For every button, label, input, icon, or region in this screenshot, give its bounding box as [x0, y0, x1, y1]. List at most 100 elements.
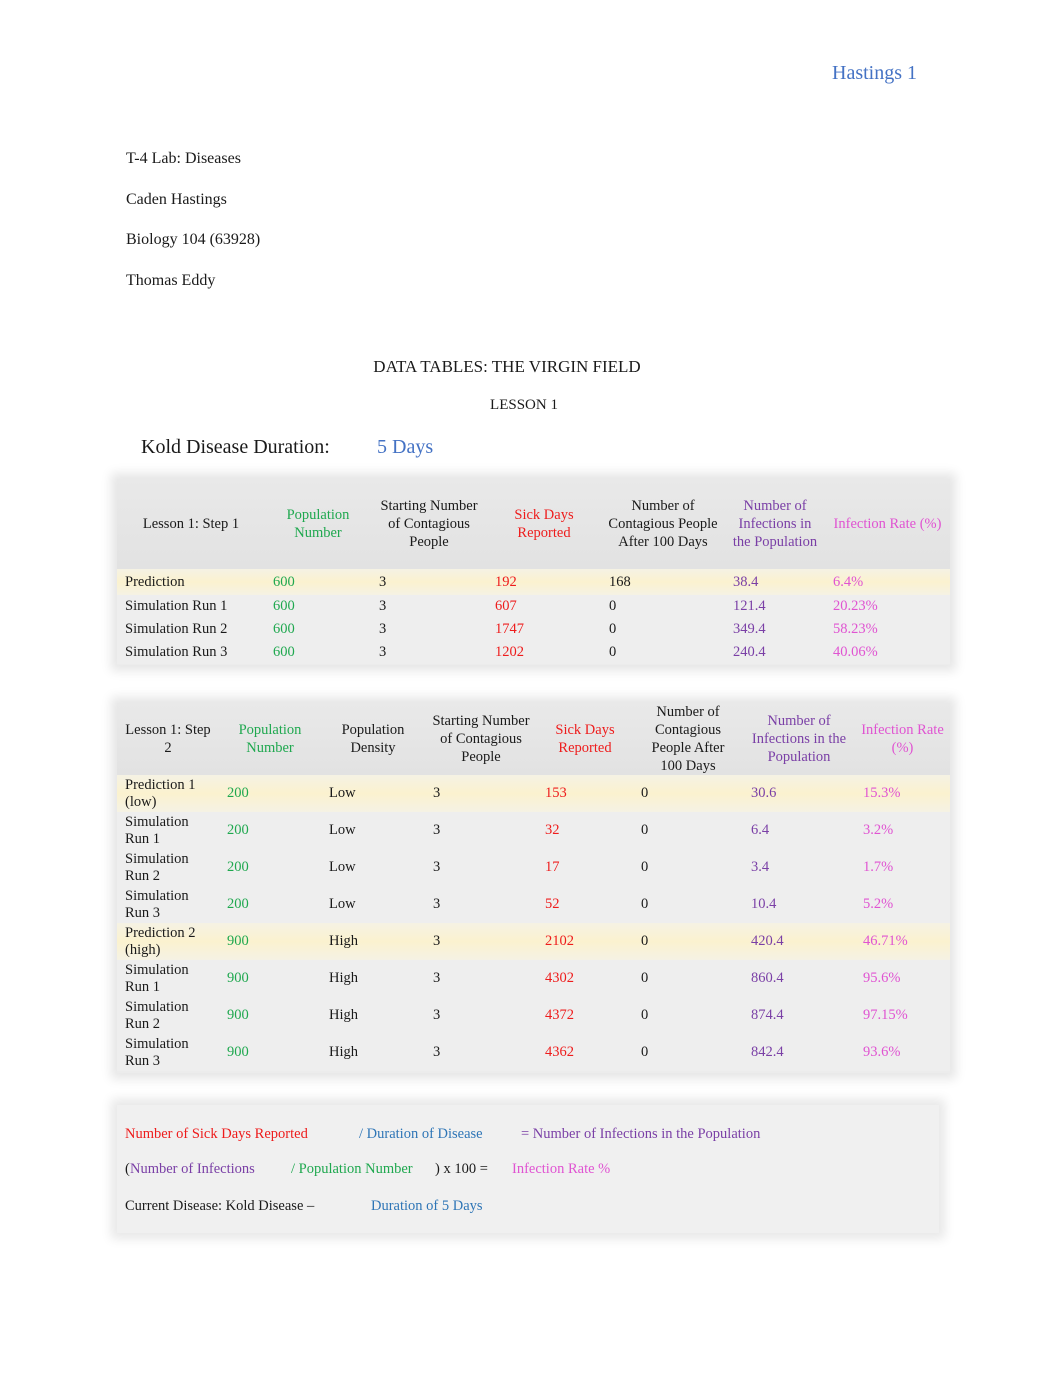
step1-data-table: Lesson 1: Step 1 Population Number Start… [117, 479, 950, 665]
table-row: Simulation Run 1 200 Low 3 32 0 6.4 3.2% [117, 812, 950, 849]
cell-infections: 30.6 [751, 785, 777, 801]
cell-label: Simulation Run 1 [125, 813, 189, 847]
cell-sick-days: 2102 [545, 933, 574, 949]
cell-population: 200 [227, 859, 249, 875]
cell-starting: 3 [433, 1044, 441, 1060]
cell-infections: 38.4 [733, 573, 759, 590]
cell-after-100: 0 [641, 1007, 649, 1023]
cell-after-100: 0 [609, 644, 617, 660]
header-step: Lesson 1: Step 1 [142, 516, 240, 532]
cell-label: Prediction 2 (high) [125, 924, 196, 958]
cell-rate: 46.71% [863, 933, 908, 949]
cell-starting: 3 [433, 1007, 441, 1023]
cell-sick-days: 607 [495, 598, 517, 614]
cell-density: Low [329, 896, 356, 912]
header-infections: Number of Infections in the Population [732, 498, 818, 550]
formula-num-infections: Number of Infections [130, 1161, 255, 1177]
header-infection-rate: Infection Rate (%) [861, 722, 944, 756]
formula-rate-result: Infection Rate % [512, 1161, 611, 1177]
cell-infections: 420.4 [751, 933, 784, 949]
cell-starting: 3 [433, 785, 441, 801]
cell-population: 200 [227, 896, 249, 912]
cell-after-100: 0 [641, 933, 649, 949]
cell-rate: 58.23% [833, 621, 878, 637]
cell-after-100: 0 [609, 598, 617, 614]
student-name: Caden Hastings [126, 191, 227, 208]
instructor-name: Thomas Eddy [126, 272, 216, 289]
cell-density: High [329, 970, 358, 986]
cell-density: Low [329, 785, 356, 801]
cell-sick-days: 1202 [495, 644, 524, 660]
lesson-title: LESSON 1 [490, 397, 558, 413]
disease-duration-value: 5 Days [377, 436, 434, 458]
header-sick-days: Sick Days Reported [514, 507, 574, 541]
cell-rate: 6.4% [833, 573, 864, 590]
cell-label: Simulation Run 2 [125, 998, 189, 1032]
cell-rate: 20.23% [833, 598, 878, 614]
cell-population: 200 [227, 785, 249, 801]
cell-starting: 3 [379, 598, 387, 614]
cell-population: 600 [273, 644, 295, 660]
cell-infections: 874.4 [751, 1007, 784, 1023]
cell-label: Prediction 1 (low) [125, 776, 196, 810]
course-title: T-4 Lab: Diseases [126, 150, 241, 167]
cell-density: Low [329, 859, 356, 875]
cell-sick-days: 153 [545, 785, 567, 801]
table-row: Prediction 1 (low) 200 Low 3 153 0 30.6 15.3% [117, 775, 950, 812]
cell-population: 200 [227, 822, 249, 838]
running-head: Hastings 1 [832, 62, 917, 84]
cell-starting: 3 [379, 644, 387, 660]
cell-density: High [329, 1007, 358, 1023]
disease-duration-label: Kold Disease Duration: [141, 436, 330, 458]
table-row: Prediction 600 3 192 168 38.4 6.4% [117, 569, 950, 595]
table-row: Simulation Run 2 900 High 3 4372 0 874.4 97.15% [117, 997, 950, 1034]
cell-sick-days: 4372 [545, 1007, 574, 1023]
cell-after-100: 0 [641, 785, 649, 801]
cell-label: Simulation Run 1 [125, 961, 189, 995]
cell-density: High [329, 1044, 358, 1060]
header-infection-rate: Infection Rate (%) [833, 516, 942, 532]
cell-infections: 349.4 [733, 621, 766, 637]
table-row: Simulation Run 3 600 3 1202 0 240.4 40.06% [117, 641, 950, 664]
cell-after-100: 0 [641, 896, 649, 912]
cell-label: Simulation Run 2 [125, 621, 228, 637]
table-header-row: Lesson 1: Step 2 Population Number Popul… [117, 703, 950, 775]
cell-population: 600 [273, 573, 295, 590]
header-starting-contagious: Starting Number of Contagious People [432, 713, 530, 765]
table-row: Prediction 2 (high) 900 High 3 2102 0 420.4 46.… [117, 923, 950, 960]
cell-rate: 97.15% [863, 1007, 908, 1023]
cell-population: 900 [227, 1044, 249, 1060]
table-row: Simulation Run 3 900 High 3 4362 0 842.4 93.6% [117, 1034, 950, 1071]
cell-sick-days: 52 [545, 896, 560, 912]
formula-operator: ) x 100 = [435, 1161, 488, 1177]
header-starting-contagious: Starting Number of Contagious People [380, 498, 478, 550]
step2-data-table: Lesson 1: Step 2 Population Number Popul… [117, 703, 950, 1073]
current-disease-label: Current Disease: Kold Disease – [125, 1198, 315, 1214]
cell-rate: 40.06% [833, 644, 878, 660]
cell-infections: 842.4 [751, 1044, 784, 1060]
header-step: Lesson 1: Step 2 [125, 722, 211, 756]
cell-rate: 95.6% [863, 970, 901, 986]
cell-population: 600 [273, 598, 295, 614]
header-contagious-after-100: Number of Contagious People After 100 Da… [608, 498, 718, 550]
cell-after-100: 0 [641, 970, 649, 986]
table-row: Simulation Run 1 600 3 607 0 121.4 20.23% [117, 595, 950, 618]
cell-sick-days: 32 [545, 822, 560, 838]
cell-starting: 3 [433, 933, 441, 949]
cell-density: Low [329, 822, 356, 838]
header-infections: Number of Infections in the Population [751, 713, 847, 765]
cell-after-100: 0 [641, 859, 649, 875]
header-sick-days: Sick Days Reported [555, 722, 615, 756]
table-row: Simulation Run 3 200 Low 3 52 0 10.4 5.2% [117, 886, 950, 923]
cell-starting: 3 [433, 859, 441, 875]
cell-starting: 3 [379, 621, 387, 637]
header-contagious-after-100: Number of Contagious People After 100 Da… [651, 704, 725, 774]
cell-after-100: 168 [609, 573, 631, 590]
cell-label: Simulation Run 3 [125, 887, 189, 921]
course-name: Biology 104 (63928) [126, 231, 261, 248]
cell-infections: 10.4 [751, 896, 777, 912]
cell-label: Prediction [125, 573, 185, 590]
cell-starting: 3 [379, 573, 387, 590]
cell-rate: 1.7% [863, 859, 894, 875]
current-disease-duration: Duration of 5 Days [371, 1198, 483, 1214]
